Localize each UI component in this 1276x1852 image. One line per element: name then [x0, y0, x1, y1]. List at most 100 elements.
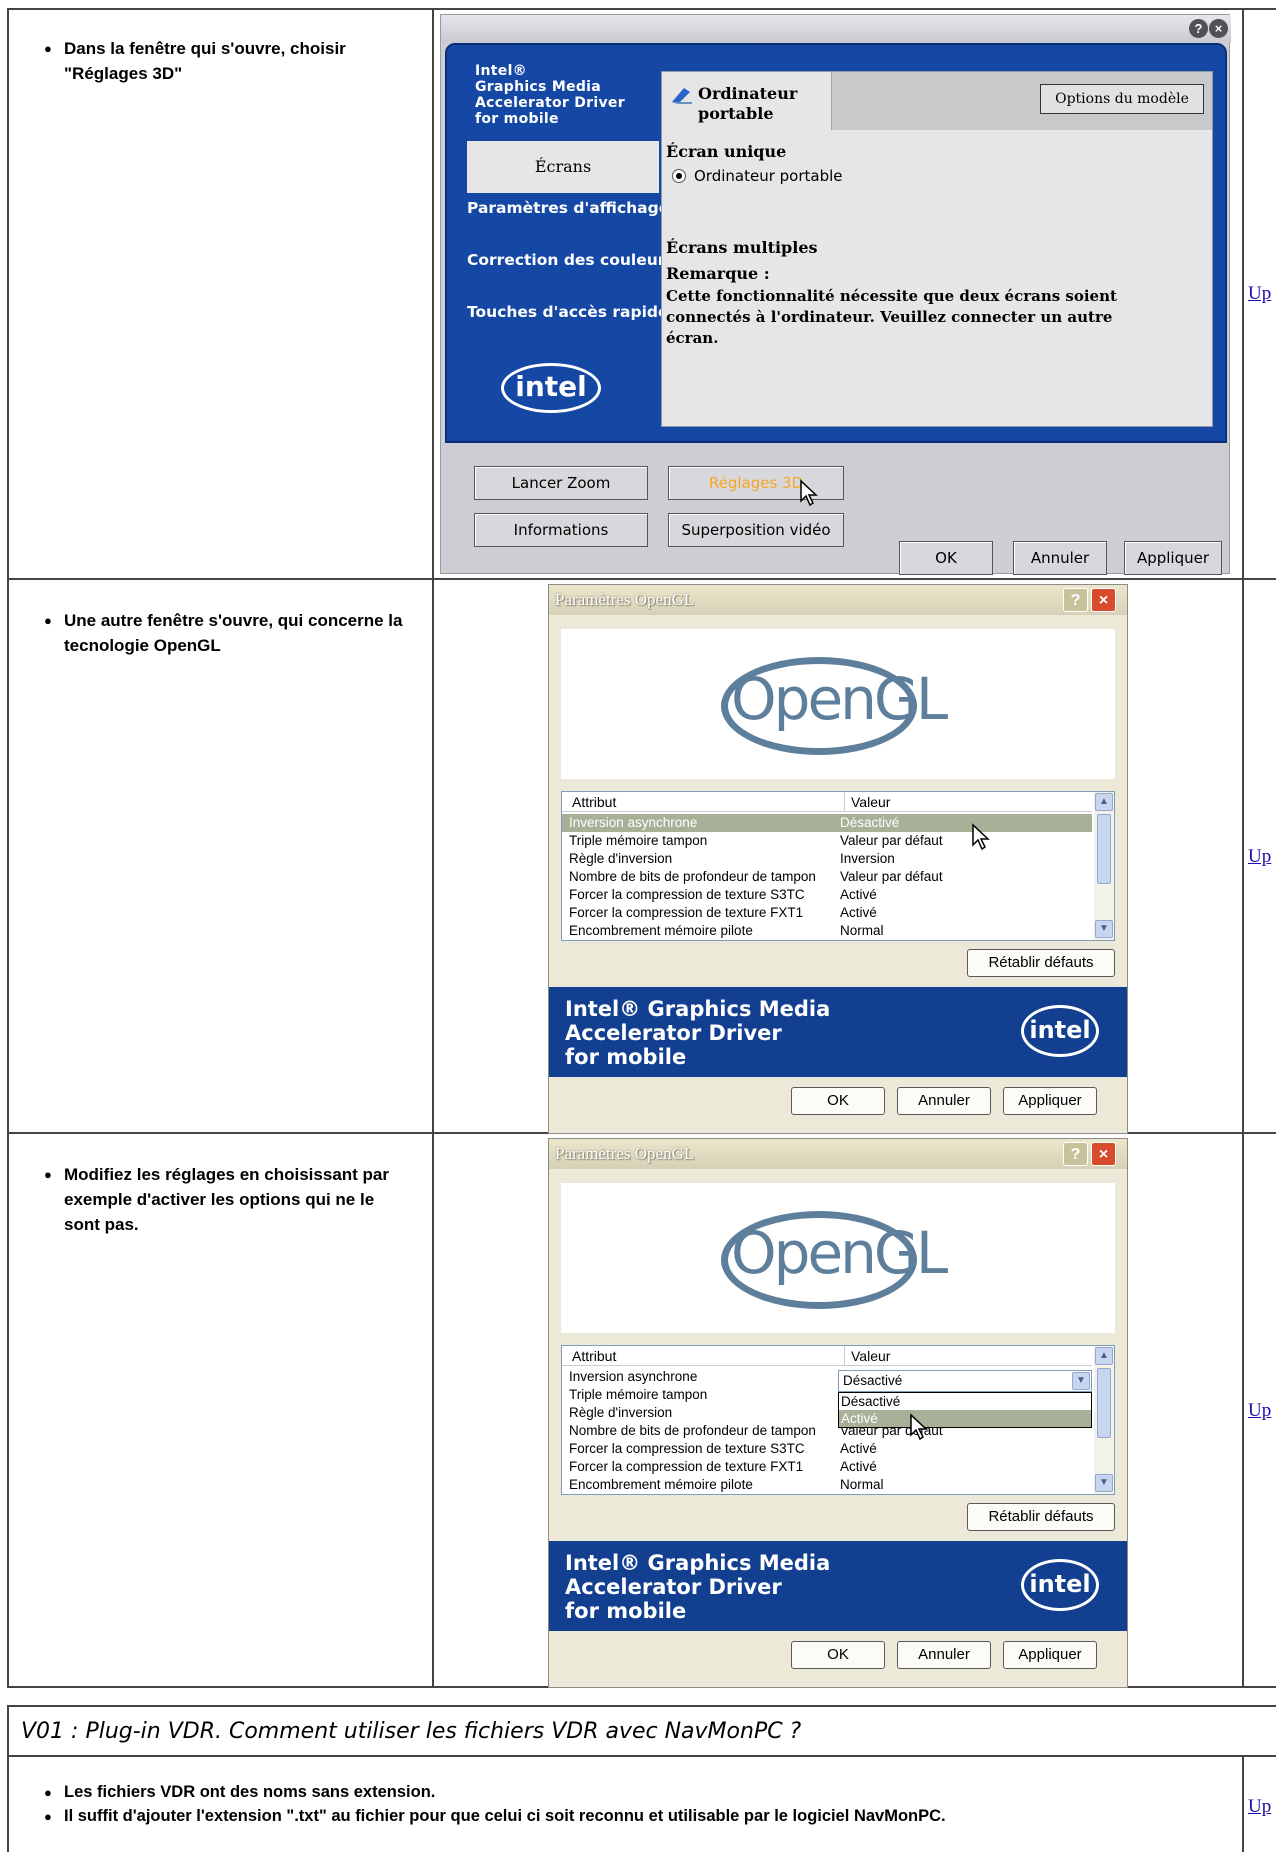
value-dropdown-list: Désactivé Activé — [838, 1392, 1092, 1428]
step-note: ● Une autre fenêtre s'ouvre, qui concerne… — [44, 611, 403, 655]
intel-banner: Intel® Graphics Media Accelerator Driver… — [549, 1541, 1127, 1631]
note-text: Cette fonctionnalité nécessite que deux … — [666, 287, 1117, 347]
up-link[interactable]: Up — [1248, 846, 1271, 868]
list-row[interactable]: Nombre de bits de profondeur de tampon Va… — [562, 868, 1092, 886]
list-header: Attribut Valeur — [562, 1346, 1092, 1366]
single-screen-label: Écran unique — [666, 142, 787, 161]
list-scrollbar[interactable]: ▲ ▼ — [1094, 1346, 1114, 1494]
scroll-down-icon[interactable]: ▼ — [1095, 1474, 1113, 1492]
ok-button[interactable]: OK — [899, 541, 993, 575]
nav-item-hotkeys[interactable]: Touches d'accès rapide — [467, 303, 669, 321]
cancel-button[interactable]: Annuler — [1013, 541, 1107, 575]
ok-button[interactable]: OK — [791, 1641, 885, 1669]
list-row[interactable]: Inversion asynchrone Désactivé — [562, 814, 1092, 832]
list-scrollbar[interactable]: ▲ ▼ — [1094, 792, 1114, 940]
list-row[interactable]: Règle d'inversion Inversion — [562, 850, 1092, 868]
help-icon[interactable]: ? — [1063, 588, 1088, 612]
step-note: ● Modifiez les réglages en choisissant pa… — [44, 1165, 389, 1234]
up-link[interactable]: Up — [1248, 283, 1271, 305]
up-link[interactable]: Up — [1248, 1796, 1271, 1818]
scroll-thumb[interactable] — [1097, 1368, 1111, 1438]
laptop-icon — [672, 88, 692, 104]
launch-zoom-button[interactable]: Lancer Zoom — [474, 466, 648, 500]
banner-line: Accelerator Driver — [565, 1021, 782, 1045]
section-header: V01 : Plug-in VDR. Comment utiliser les … — [7, 1705, 1276, 1757]
opengl-settings-window: Paramètres OpenGL ? × OpenGL Attribut Va… — [548, 584, 1128, 1134]
banner-line: for mobile — [565, 1045, 687, 1069]
dropdown-option[interactable]: Désactivé — [839, 1393, 1091, 1410]
nav-item-display-settings[interactable]: Paramètres d'affichage — [467, 199, 669, 217]
close-icon[interactable]: × — [1091, 1142, 1116, 1166]
column-divider — [1242, 8, 1244, 1688]
section-title: V01 : Plug-in VDR. Comment utiliser les … — [21, 1719, 802, 1744]
window-top-bar — [441, 15, 1231, 43]
intel-logo: intel — [1021, 1005, 1099, 1057]
intel-control-panel-window: ? × Intel® Graphics Media Accelerator Dr… — [440, 14, 1231, 575]
column-header-attribute: Attribut — [572, 1348, 617, 1364]
column-header-value: Valeur — [844, 792, 890, 812]
nav-item-ecrans[interactable]: Écrans — [467, 141, 659, 193]
mouse-cursor-icon — [910, 1413, 928, 1441]
column-header-attribute: Attribut — [572, 794, 617, 810]
scroll-down-icon[interactable]: ▼ — [1095, 920, 1113, 938]
laptop-radio[interactable] — [672, 169, 686, 183]
cancel-button[interactable]: Annuler — [897, 1087, 991, 1115]
cancel-button[interactable]: Annuler — [897, 1641, 991, 1669]
multi-screen-label: Écrans multiples — [666, 238, 818, 257]
combobox-value: Désactivé — [843, 1373, 903, 1388]
reset-defaults-button[interactable]: Rétablir défauts — [967, 1503, 1115, 1531]
apply-button[interactable]: Appliquer — [1003, 1641, 1097, 1669]
scroll-thumb[interactable] — [1097, 814, 1111, 884]
dropdown-option-selected[interactable]: Activé — [839, 1410, 1091, 1427]
list-row[interactable]: Triple mémoire tampon Valeur par défaut — [562, 832, 1092, 850]
window-title: Paramètres OpenGL — [555, 590, 695, 609]
ok-button[interactable]: OK — [791, 1087, 885, 1115]
model-options-button[interactable]: Options du modèle — [1040, 84, 1204, 114]
device-label-line1: Ordinateur — [698, 84, 798, 103]
mouse-cursor-icon — [972, 823, 990, 851]
section-bullet: ● Il suffit d'ajouter l'extension ".txt" … — [44, 1807, 946, 1825]
help-icon[interactable]: ? — [1189, 19, 1208, 38]
window-title: Paramètres OpenGL — [555, 1144, 695, 1163]
up-link[interactable]: Up — [1248, 1400, 1271, 1422]
nav-item-color-correction[interactable]: Correction des couleurs — [467, 251, 675, 269]
note-title: Remarque : — [666, 264, 770, 283]
intel-logo: intel — [501, 363, 601, 413]
laptop-radio-label: Ordinateur portable — [694, 167, 843, 185]
list-row[interactable]: Forcer la compression de texture S3TC Act… — [562, 886, 1092, 904]
column-divider — [432, 8, 434, 1688]
intel-banner: Intel® Graphics Media Accelerator Driver… — [549, 987, 1127, 1077]
apply-button[interactable]: Appliquer — [1003, 1087, 1097, 1115]
value-combobox[interactable]: Désactivé ▼ — [838, 1370, 1092, 1392]
information-button[interactable]: Informations — [474, 513, 648, 547]
close-icon[interactable]: × — [1091, 588, 1116, 612]
column-header-value: Valeur — [844, 1346, 890, 1366]
row-divider — [7, 578, 1276, 580]
video-overlay-button[interactable]: Superposition vidéo — [668, 513, 844, 547]
opengl-logo: OpenGL — [731, 1219, 948, 1287]
list-row[interactable]: Forcer la compression de texture S3TC Act… — [562, 1440, 1092, 1458]
scroll-up-icon[interactable]: ▲ — [1095, 1347, 1113, 1365]
apply-button[interactable]: Appliquer — [1124, 541, 1222, 575]
help-icon[interactable]: ? — [1063, 1142, 1088, 1166]
opengl-logo: OpenGL — [731, 665, 948, 733]
step-note: ● Dans la fenêtre qui s'ouvre, choisir "R… — [44, 39, 346, 83]
close-icon[interactable]: × — [1209, 19, 1228, 38]
device-label-line2: portable — [698, 104, 774, 123]
screens-panel: Ordinateur portable Options du modèle Éc… — [661, 71, 1213, 427]
banner-line: Intel® Graphics Media — [565, 1551, 831, 1575]
chevron-down-icon[interactable]: ▼ — [1072, 1372, 1090, 1390]
opengl-logo-area: OpenGL — [561, 629, 1115, 779]
intel-logo: intel — [1021, 1559, 1099, 1611]
column-divider — [1242, 1757, 1244, 1852]
list-row[interactable]: Encombrement mémoire pilote Normal — [562, 922, 1092, 940]
list-row[interactable]: Encombrement mémoire pilote Normal — [562, 1476, 1092, 1494]
list-row[interactable]: Forcer la compression de texture FXT1 Act… — [562, 1458, 1092, 1476]
banner-line: Intel® Graphics Media — [565, 997, 831, 1021]
device-tab[interactable]: Ordinateur portable — [662, 72, 832, 130]
section-bullet: ● Les fichiers VDR ont des noms sans exte… — [44, 1783, 436, 1801]
scroll-up-icon[interactable]: ▲ — [1095, 793, 1113, 811]
reset-defaults-button[interactable]: Rétablir défauts — [967, 949, 1115, 977]
list-row[interactable]: Forcer la compression de texture FXT1 Act… — [562, 904, 1092, 922]
list-header: Attribut Valeur — [562, 792, 1092, 812]
